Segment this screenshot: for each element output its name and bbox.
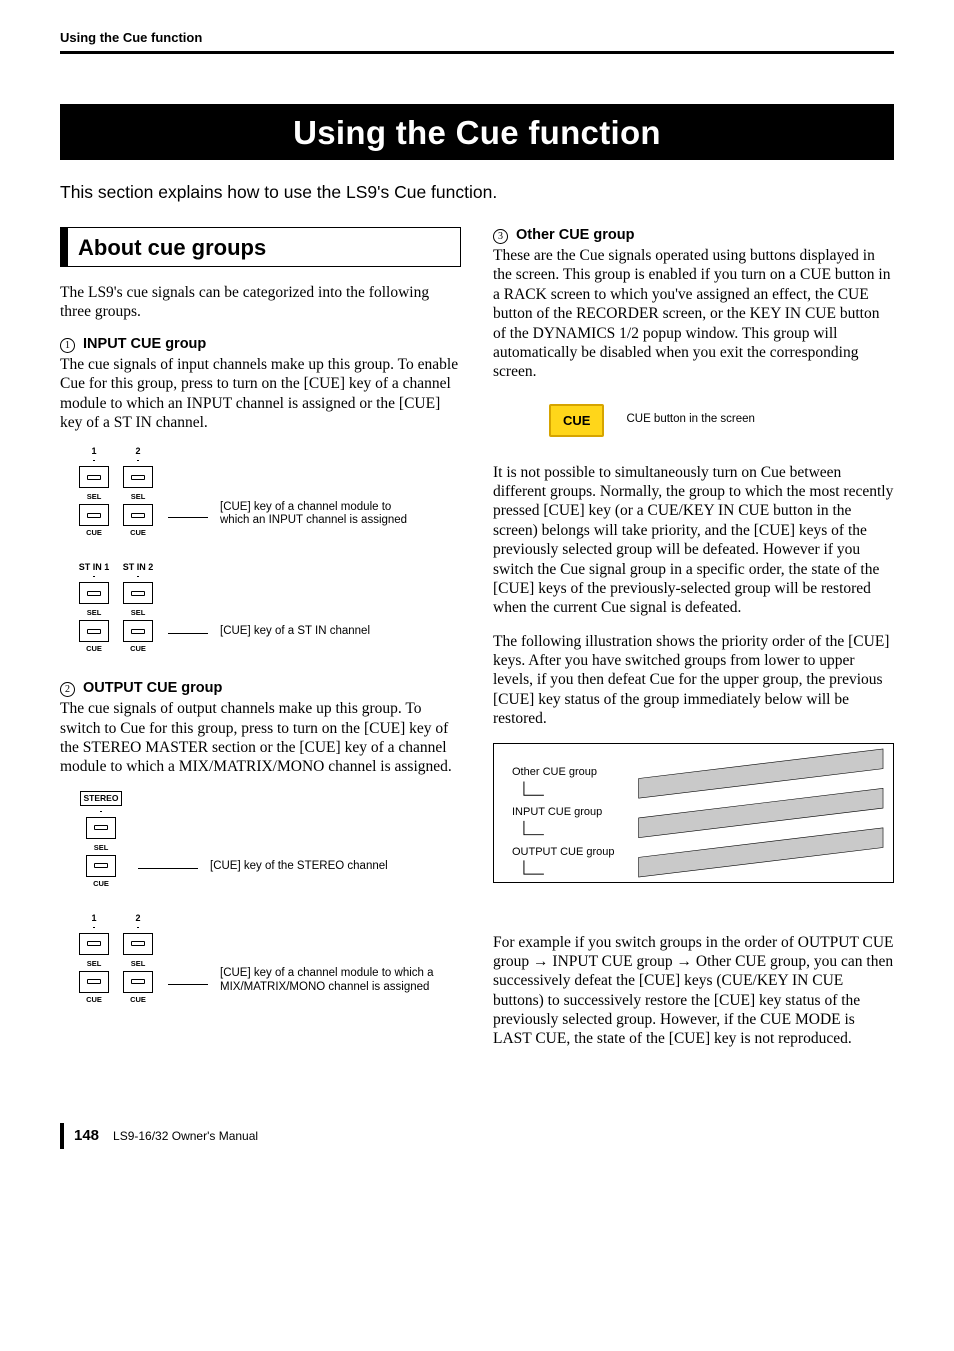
diagram-mix-modules: 1 SEL CUE 2 SEL CUE xyxy=(76,913,461,1007)
sel-key xyxy=(79,466,109,488)
running-header: Using the Cue function xyxy=(60,30,894,54)
right-paragraph-2: The following illustration shows the pri… xyxy=(493,632,894,729)
diagram-stin-modules: ST IN 1 SEL CUE ST IN 2 SEL CUE xyxy=(76,562,461,656)
sel-label: SEL xyxy=(87,492,102,501)
right-column: 3 Other CUE group These are the Cue sign… xyxy=(493,227,894,1063)
priority-diagram: Other CUE group INPUT CUE group OUTPUT C… xyxy=(493,743,894,883)
sel-label: SEL xyxy=(131,608,146,617)
paragraph-input-cue: The cue signals of input channels make u… xyxy=(60,355,461,433)
cue-label: CUE xyxy=(86,644,102,653)
doc-title: LS9-16/32 Owner's Manual xyxy=(113,1129,258,1143)
cue-key xyxy=(86,855,116,877)
diagram-input-modules: 1 SEL CUE 2 SEL CUE xyxy=(76,446,461,540)
subheading-input-cue: 1 INPUT CUE group xyxy=(60,336,461,353)
priority-label-mid: INPUT CUE group xyxy=(512,806,602,818)
page-footer: 148 LS9-16/32 Owner's Manual xyxy=(60,1123,894,1149)
module-number-2: 2 xyxy=(135,446,140,457)
cue-screen-button-row: CUE CUE button in the screen xyxy=(549,404,894,437)
paragraph-other-cue: These are the Cue signals operated using… xyxy=(493,246,894,382)
cue-key xyxy=(79,504,109,526)
stereo-label: STEREO xyxy=(80,791,123,806)
priority-label-top: Other CUE group xyxy=(512,766,597,778)
sel-key xyxy=(86,817,116,839)
paragraph-output-cue: The cue signals of output channels make … xyxy=(60,699,461,777)
sel-key xyxy=(123,466,153,488)
cue-label: CUE xyxy=(130,995,146,1004)
module-number-2: 2 xyxy=(135,913,140,924)
subheading-other-cue: 3 Other CUE group xyxy=(493,227,894,244)
cue-label: CUE xyxy=(130,644,146,653)
sel-key xyxy=(123,582,153,604)
sel-key xyxy=(123,933,153,955)
cue-key xyxy=(123,504,153,526)
cue-key xyxy=(79,971,109,993)
subheading-text-3: Other CUE group xyxy=(516,227,634,243)
stin-label-2: ST IN 2 xyxy=(123,562,154,573)
cue-key xyxy=(79,620,109,642)
callout-input-module: [CUE] key of a channel module to which a… xyxy=(220,501,410,529)
diagram-stereo-module: STEREO SEL CUE [CUE] key of the STEREO c… xyxy=(76,791,461,891)
right-paragraph-1: It is not possible to simultaneously tur… xyxy=(493,463,894,618)
subheading-text-1: INPUT CUE group xyxy=(83,336,206,352)
page-title: Using the Cue function xyxy=(60,104,894,160)
module-number-1: 1 xyxy=(91,446,96,457)
page-number: 148 xyxy=(74,1127,99,1144)
circle-number-3: 3 xyxy=(493,229,508,244)
sel-label: SEL xyxy=(87,608,102,617)
lead-paragraph: The LS9's cue signals can be categorized… xyxy=(60,283,461,322)
cue-screen-button[interactable]: CUE xyxy=(549,404,604,437)
cue-label: CUE xyxy=(130,528,146,537)
stin-label-1: ST IN 1 xyxy=(79,562,110,573)
callout-cue-button: CUE button in the screen xyxy=(626,413,755,427)
callout-mix: [CUE] key of a channel module to which a… xyxy=(220,967,440,995)
circle-number-1: 1 xyxy=(60,338,75,353)
sel-key xyxy=(79,582,109,604)
callout-stin: [CUE] key of a ST IN channel xyxy=(220,625,370,639)
priority-label-bot: OUTPUT CUE group xyxy=(512,846,615,858)
sel-label: SEL xyxy=(94,843,109,852)
cue-label: CUE xyxy=(93,879,109,888)
cue-label: CUE xyxy=(86,528,102,537)
subheading-text-2: OUTPUT CUE group xyxy=(83,680,222,696)
sel-label: SEL xyxy=(131,492,146,501)
cue-key xyxy=(123,971,153,993)
circle-number-2: 2 xyxy=(60,682,75,697)
sel-label: SEL xyxy=(87,959,102,968)
cue-key xyxy=(123,620,153,642)
section-heading: About cue groups xyxy=(60,227,461,267)
cue-label: CUE xyxy=(86,995,102,1004)
left-column: About cue groups The LS9's cue signals c… xyxy=(60,227,461,1063)
callout-stereo: [CUE] key of the STEREO channel xyxy=(210,860,388,874)
sel-label: SEL xyxy=(131,959,146,968)
right-paragraph-3: For example if you switch groups in the … xyxy=(493,933,894,1049)
intro-text: This section explains how to use the LS9… xyxy=(60,182,894,203)
module-number-1: 1 xyxy=(91,913,96,924)
sel-key xyxy=(79,933,109,955)
subheading-output-cue: 2 OUTPUT CUE group xyxy=(60,680,461,697)
